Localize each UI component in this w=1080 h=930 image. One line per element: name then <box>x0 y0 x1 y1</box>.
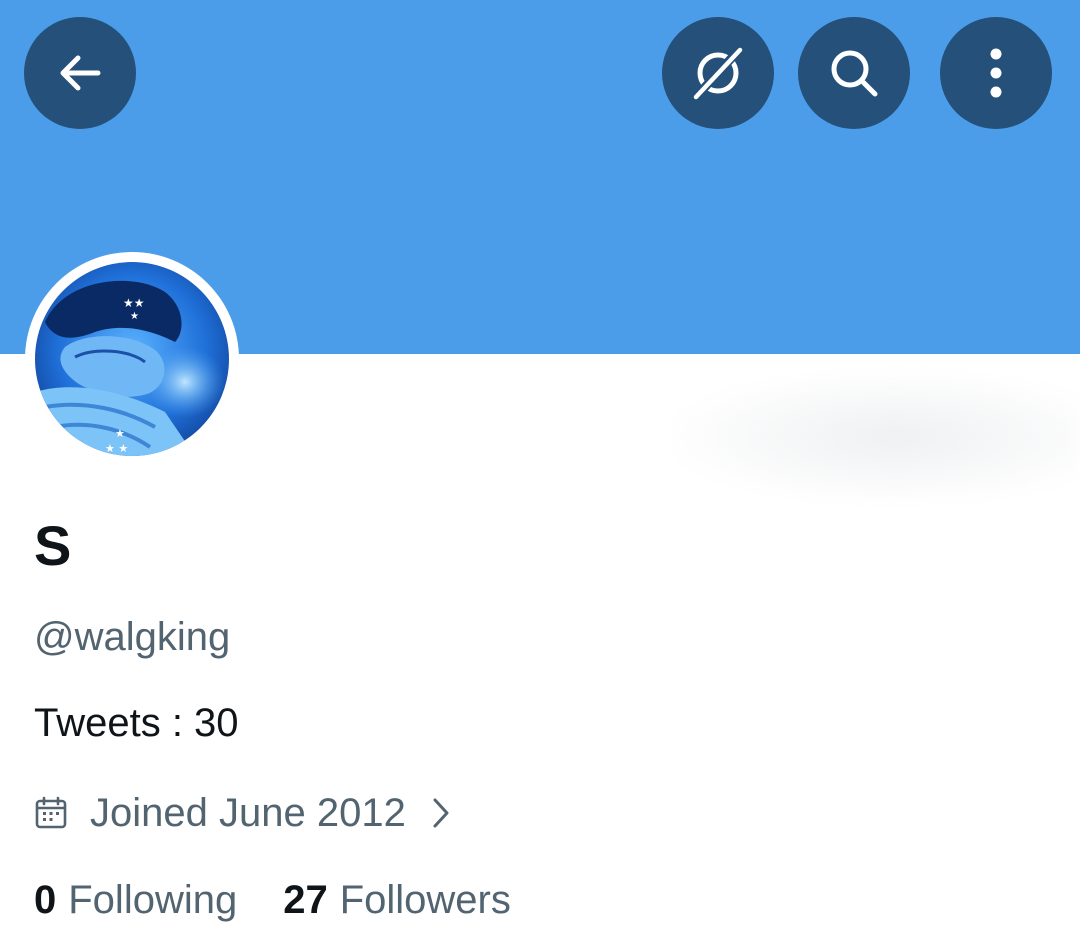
svg-text:★: ★ <box>130 311 139 322</box>
calendar-icon <box>35 796 67 829</box>
more-options-button[interactable] <box>940 17 1052 129</box>
svg-text:★★: ★★ <box>123 296 145 310</box>
avatar[interactable]: ★★ ★ ★ ★ ★ <box>35 262 229 456</box>
followers-link[interactable]: 27 Followers <box>283 878 511 922</box>
search-button[interactable] <box>798 17 910 129</box>
avatar-frame[interactable]: ★★ ★ ★ ★ ★ <box>25 252 239 466</box>
joined-date-row[interactable]: Joined June 2012 <box>34 788 450 838</box>
following-count: 0 <box>34 878 57 922</box>
svg-text:★ ★: ★ ★ <box>105 442 128 455</box>
profile-screen: ★★ ★ ★ ★ ★ S @walgking Tweets : 30 Joine… <box>0 0 1080 930</box>
following-link[interactable]: 0 Following <box>34 878 237 922</box>
following-label: Following <box>68 878 238 922</box>
chevron-right-icon <box>433 798 449 828</box>
follow-stats: 0 Following 27 Followers <box>34 878 511 922</box>
tweet-count: Tweets : 30 <box>34 701 239 745</box>
grok-button[interactable] <box>662 17 774 129</box>
search-icon <box>831 50 878 97</box>
user-handle: @walgking <box>34 615 231 659</box>
followers-count: 27 <box>283 878 328 922</box>
display-name: S <box>34 514 72 577</box>
followers-label: Followers <box>339 878 511 922</box>
svg-text:★: ★ <box>115 427 125 440</box>
back-arrow-icon <box>60 55 101 91</box>
more-vertical-icon <box>990 48 1002 98</box>
back-button[interactable] <box>24 17 136 129</box>
grok-icon <box>690 46 743 103</box>
avatar-image: ★★ ★ ★ ★ ★ <box>35 262 229 456</box>
joined-date: Joined June 2012 <box>90 791 406 835</box>
redacted-area <box>670 372 1080 502</box>
